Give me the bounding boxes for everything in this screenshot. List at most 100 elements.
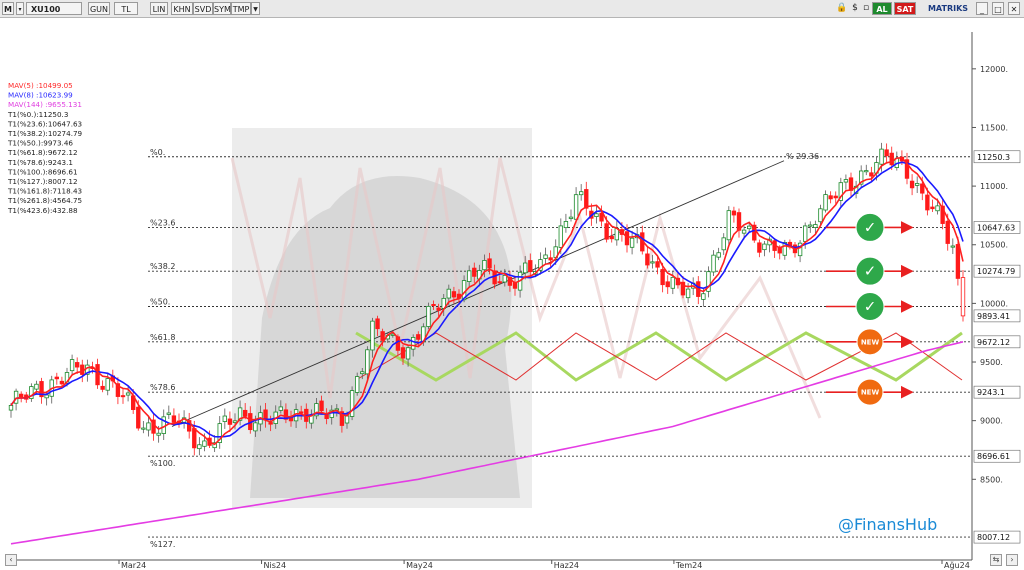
candle-body bbox=[721, 237, 726, 251]
candle-body bbox=[487, 258, 492, 269]
fib-level-label: %61.8 bbox=[150, 333, 175, 342]
candle-body bbox=[34, 383, 39, 390]
candle-body bbox=[197, 444, 202, 450]
lock-icon[interactable]: 🔒 bbox=[836, 2, 847, 15]
candle-body bbox=[472, 267, 477, 277]
candle-body bbox=[13, 390, 19, 404]
candle-body bbox=[360, 371, 365, 375]
candle-body bbox=[416, 334, 421, 340]
candle-body bbox=[741, 229, 747, 234]
candle-body bbox=[166, 412, 171, 415]
candle-body bbox=[762, 243, 767, 251]
scroll-right-icon[interactable]: › bbox=[1006, 554, 1018, 566]
price-chart[interactable]: 8500. 9000. 9500. 10000. 10500. 11000. 11500. 1… bbox=[0, 18, 1024, 570]
candle-body bbox=[930, 206, 935, 210]
candle-body bbox=[298, 411, 304, 414]
scroll-left-icon[interactable]: ‹ bbox=[5, 554, 17, 566]
drawing-button[interactable]: SVD bbox=[193, 2, 213, 15]
candle-body bbox=[222, 415, 227, 422]
close-icon[interactable]: ✕ bbox=[1008, 2, 1020, 15]
trend-line-label: % 29.36 bbox=[786, 152, 819, 161]
legend-item: T1(%78.6):9243.1 bbox=[7, 158, 73, 167]
candle-body bbox=[670, 276, 676, 289]
legend-item: MAV(144) :9655.131 bbox=[8, 100, 82, 109]
candle-body bbox=[925, 194, 930, 211]
candle-body bbox=[960, 277, 966, 317]
candle-body bbox=[757, 242, 762, 253]
candle-body bbox=[731, 210, 737, 216]
link-icon[interactable]: ▫ bbox=[862, 2, 870, 15]
candle-body bbox=[8, 405, 14, 411]
symbol-field[interactable]: XU100 bbox=[26, 2, 82, 15]
template-dropdown-icon[interactable]: ▼ bbox=[251, 2, 260, 15]
candle-body bbox=[828, 195, 833, 200]
x-tick-label: Mar24 bbox=[121, 561, 146, 570]
candle-body bbox=[436, 307, 441, 311]
candle-body bbox=[579, 191, 584, 196]
candle-body bbox=[54, 376, 59, 380]
candle-body bbox=[253, 422, 258, 432]
settings-icon[interactable]: $ bbox=[850, 2, 860, 15]
candle-body bbox=[528, 260, 533, 273]
candle-body bbox=[833, 195, 838, 199]
candle-body bbox=[451, 291, 457, 298]
candle-body bbox=[701, 293, 706, 300]
legend-item: MAV(8) :10623.99 bbox=[8, 91, 73, 100]
candle bbox=[349, 386, 355, 421]
y-tick-label: 11500. bbox=[980, 123, 1008, 132]
candle-body bbox=[365, 349, 370, 375]
candle-body bbox=[711, 254, 716, 273]
candle-body bbox=[665, 281, 670, 288]
buy-button[interactable]: AL bbox=[872, 2, 892, 15]
y-tick-label: 8500. bbox=[980, 475, 1003, 484]
chart-type-button[interactable]: KHN bbox=[171, 2, 193, 15]
legend-item: T1(%38.2):10274.79 bbox=[7, 129, 83, 138]
template-button[interactable]: TMP bbox=[231, 2, 251, 15]
finanshub-watermark: @FinansHub bbox=[838, 515, 937, 534]
candle-body bbox=[502, 274, 508, 283]
candle-body bbox=[884, 149, 889, 157]
candle-body bbox=[864, 170, 869, 173]
candle-body bbox=[594, 213, 599, 217]
currency-button[interactable]: TL bbox=[114, 2, 138, 15]
candle-body bbox=[818, 208, 823, 223]
candle-body bbox=[629, 237, 635, 248]
candle-body bbox=[44, 394, 49, 399]
candle bbox=[960, 269, 966, 322]
candle bbox=[426, 302, 431, 330]
candle-body bbox=[426, 305, 431, 327]
sell-button[interactable]: SAT bbox=[894, 2, 916, 15]
fib-level-label: %23.6 bbox=[150, 218, 175, 227]
candle-body bbox=[466, 270, 472, 282]
candle-body bbox=[645, 253, 650, 266]
period-button[interactable]: GUN bbox=[88, 2, 110, 15]
x-tick-label: Tem24 bbox=[675, 561, 702, 570]
fib-level-label: %50. bbox=[150, 297, 170, 306]
candle-body bbox=[242, 409, 248, 417]
minimize-icon[interactable]: _ bbox=[976, 2, 988, 15]
menu-icon[interactable]: M bbox=[2, 2, 14, 15]
fib-price-tag: 9243.1 bbox=[973, 385, 1021, 399]
current-price-tag: 9893.41 bbox=[973, 309, 1021, 323]
badge-label: NEW bbox=[861, 338, 880, 346]
fib-price-tag: 10647.63 bbox=[973, 221, 1021, 234]
chart-area[interactable]: 8500. 9000. 9500. 10000. 10500. 11000. 11500. 1… bbox=[0, 18, 1024, 570]
zoom-icon[interactable]: ⇆ bbox=[990, 554, 1002, 566]
y-tick-label: 10500. bbox=[980, 241, 1008, 250]
candle-body bbox=[797, 242, 803, 257]
candle-body bbox=[726, 210, 732, 241]
maximize-icon[interactable]: □ bbox=[992, 2, 1004, 15]
brand-label: MATRIKS bbox=[927, 4, 969, 13]
candle bbox=[752, 221, 757, 243]
candle-body bbox=[747, 225, 752, 230]
symbols-button[interactable]: SYM bbox=[213, 2, 231, 15]
x-tick-label: May24 bbox=[406, 561, 433, 570]
scale-button[interactable]: LIN bbox=[150, 2, 168, 15]
candle-body bbox=[410, 337, 416, 350]
candle-body bbox=[400, 347, 406, 359]
candle-body bbox=[523, 262, 528, 274]
badge-label: NEW bbox=[861, 389, 880, 397]
chevron-down-icon[interactable]: ▾ bbox=[16, 2, 24, 15]
legend-item: T1(%127.):8007.12 bbox=[7, 177, 78, 186]
candle-body bbox=[482, 260, 487, 271]
